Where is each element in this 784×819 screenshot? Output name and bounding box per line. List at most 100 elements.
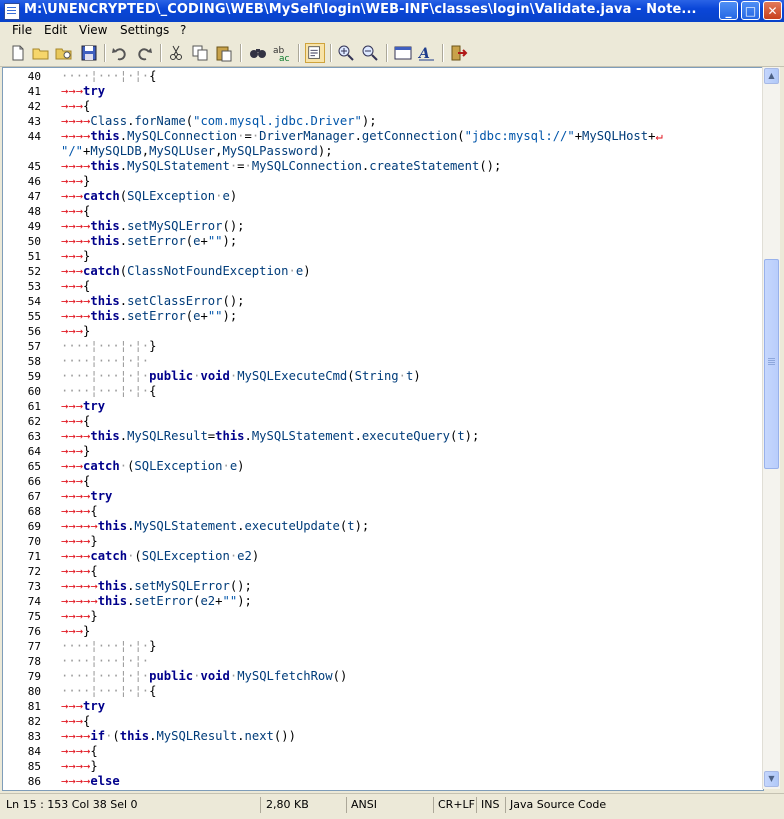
undo-icon[interactable] — [110, 43, 130, 63]
code-line[interactable]: 77 ····¦···¦·¦·} — [3, 639, 763, 654]
code-line[interactable]: 67 →→→→try — [3, 489, 763, 504]
status-syntax: Java Source Code — [510, 798, 607, 811]
code-line[interactable]: 54 →→→→this.setClassError(); — [3, 294, 763, 309]
line-number: 64 — [27, 445, 41, 458]
code-line[interactable]: 49 →→→→this.setMySQLError(); — [3, 219, 763, 234]
code-line[interactable]: "/"+MySQLDB,MySQLUser,MySQLPassword); — [3, 144, 763, 159]
code-line[interactable]: 40 ····¦···¦·¦·{ — [3, 69, 763, 84]
code-line[interactable]: 65 →→→catch·(SQLException·e) — [3, 459, 763, 474]
vertical-scrollbar[interactable]: ▲ ▼ — [762, 67, 780, 789]
code-text: →→→→→this.setMySQLError(); — [61, 579, 252, 593]
code-line[interactable]: 52 →→→catch(ClassNotFoundException·e) — [3, 264, 763, 279]
code-text: →→→} — [61, 249, 91, 263]
maximize-button[interactable]: □ — [741, 1, 760, 20]
minimize-button[interactable]: _ — [719, 1, 738, 20]
copy-icon[interactable] — [190, 43, 210, 63]
notepad-app-icon[interactable] — [4, 3, 20, 20]
code-line[interactable]: 80 ····¦···¦·¦·{ — [3, 684, 763, 699]
code-line[interactable]: 73 →→→→→this.setMySQLError(); — [3, 579, 763, 594]
code-line[interactable]: 50 →→→→this.setError(e+""); — [3, 234, 763, 249]
code-line[interactable]: 44 →→→→this.MySQLConnection·=·DriverManag… — [3, 129, 763, 144]
code-line[interactable]: 84 →→→→{ — [3, 744, 763, 759]
code-text: →→→→this.setMySQLError(); — [61, 219, 245, 233]
paste-icon[interactable] — [214, 43, 234, 63]
find-icon[interactable] — [248, 43, 268, 63]
code-line[interactable]: 74 →→→→→this.setError(e2+""); — [3, 594, 763, 609]
code-line[interactable]: 63 →→→→this.MySQLResult=this.MySQLStateme… — [3, 429, 763, 444]
code-line[interactable]: 42 →→→{ — [3, 99, 763, 114]
title-bar[interactable]: M:\UNENCRYPTED\_CODING\WEB\MySelf\login\… — [0, 0, 784, 22]
code-line[interactable]: 86 →→→→else — [3, 774, 763, 789]
code-line[interactable]: 60 ····¦···¦·¦·{ — [3, 384, 763, 399]
open-file-icon[interactable] — [31, 43, 51, 63]
menu-help[interactable]: ? — [180, 23, 186, 37]
code-line[interactable]: 45 →→→→this.MySQLStatement·=·MySQLConnect… — [3, 159, 763, 174]
code-line[interactable]: 56 →→→} — [3, 324, 763, 339]
cut-icon[interactable] — [166, 43, 186, 63]
code-line[interactable]: 59 ····¦···¦·¦·public·void·MySQLExecuteCm… — [3, 369, 763, 384]
zoom-out-icon[interactable] — [360, 43, 380, 63]
scrollbar-thumb[interactable] — [764, 259, 779, 469]
line-number: 69 — [27, 520, 41, 533]
code-line[interactable]: 76 →→→} — [3, 624, 763, 639]
code-text: →→→{ — [61, 714, 91, 728]
code-line[interactable]: 71 →→→→catch·(SQLException·e2) — [3, 549, 763, 564]
code-line[interactable]: 69 →→→→→this.MySQLStatement.executeUpdate… — [3, 519, 763, 534]
code-text: →→→catch(ClassNotFoundException·e) — [61, 264, 311, 278]
font-icon[interactable]: A — [417, 43, 437, 63]
code-line[interactable]: 47 →→→catch(SQLException·e) — [3, 189, 763, 204]
code-text: →→→catch(SQLException·e) — [61, 189, 238, 203]
menu-view[interactable]: View — [79, 23, 107, 37]
code-line[interactable]: 83 →→→→if·(this.MySQLResult.next()) — [3, 729, 763, 744]
code-text: ····¦···¦·¦· — [61, 354, 150, 368]
exit-icon[interactable] — [448, 43, 468, 63]
code-line[interactable]: 62 →→→{ — [3, 414, 763, 429]
menu-settings[interactable]: Settings — [120, 23, 169, 37]
replace-icon[interactable]: abac — [272, 43, 292, 63]
code-line[interactable]: 79 ····¦···¦·¦·public·void·MySQLfetchRow(… — [3, 669, 763, 684]
code-line[interactable]: 51 →→→} — [3, 249, 763, 264]
code-line[interactable]: 46 →→→} — [3, 174, 763, 189]
code-line[interactable]: 82 →→→{ — [3, 714, 763, 729]
code-line[interactable]: 68 →→→→{ — [3, 504, 763, 519]
code-line[interactable]: 58 ····¦···¦·¦· — [3, 354, 763, 369]
code-line[interactable]: 66 →→→{ — [3, 474, 763, 489]
code-line[interactable]: 75 →→→→} — [3, 609, 763, 624]
code-line[interactable]: 70 →→→→} — [3, 534, 763, 549]
code-editor[interactable]: 40 ····¦···¦·¦·{41 →→→try 42 →→→{43 →→→→Class… — [2, 67, 764, 791]
code-text: →→→→{ — [61, 504, 98, 518]
status-position: Ln 15 : 153 Col 38 Sel 0 — [2, 797, 261, 813]
line-number: 72 — [27, 565, 41, 578]
redo-icon[interactable] — [134, 43, 154, 63]
save-icon[interactable] — [79, 43, 99, 63]
code-line[interactable]: 57 ····¦···¦·¦·} — [3, 339, 763, 354]
line-number: 56 — [27, 325, 41, 338]
scroll-up-arrow-icon[interactable]: ▲ — [764, 68, 779, 84]
code-line[interactable]: 81 →→→try — [3, 699, 763, 714]
line-number: 59 — [27, 370, 41, 383]
zoom-in-icon[interactable] — [336, 43, 356, 63]
code-line[interactable]: 61 →→→try — [3, 399, 763, 414]
code-line[interactable]: 64 →→→} — [3, 444, 763, 459]
code-text: →→→→} — [61, 759, 98, 773]
view-icon[interactable] — [393, 43, 413, 63]
new-file-icon[interactable] — [8, 43, 28, 63]
code-line[interactable]: 85 →→→→} — [3, 759, 763, 774]
code-line[interactable]: 78 ····¦···¦·¦· — [3, 654, 763, 669]
code-line[interactable]: 48 →→→{ — [3, 204, 763, 219]
code-line[interactable]: 55 →→→→this.setError(e+""); — [3, 309, 763, 324]
code-line[interactable]: 53 →→→{ — [3, 279, 763, 294]
menu-edit[interactable]: Edit — [44, 23, 67, 37]
scroll-down-arrow-icon[interactable]: ▼ — [764, 771, 779, 787]
word-wrap-icon[interactable] — [305, 43, 325, 63]
line-number: 77 — [27, 640, 41, 653]
menu-bar: File Edit View Settings ? — [0, 22, 784, 40]
open-favorites-icon[interactable] — [54, 43, 74, 63]
menu-file[interactable]: File — [12, 23, 32, 37]
code-line[interactable]: 43 →→→→Class.forName("com.mysql.jdbc.Driv… — [3, 114, 763, 129]
code-line[interactable]: 41 →→→try — [3, 84, 763, 99]
status-eol: CR+LF — [434, 797, 477, 813]
code-text: →→→try — [61, 84, 106, 98]
code-line[interactable]: 72 →→→→{ — [3, 564, 763, 579]
close-button[interactable]: ✕ — [763, 1, 782, 20]
